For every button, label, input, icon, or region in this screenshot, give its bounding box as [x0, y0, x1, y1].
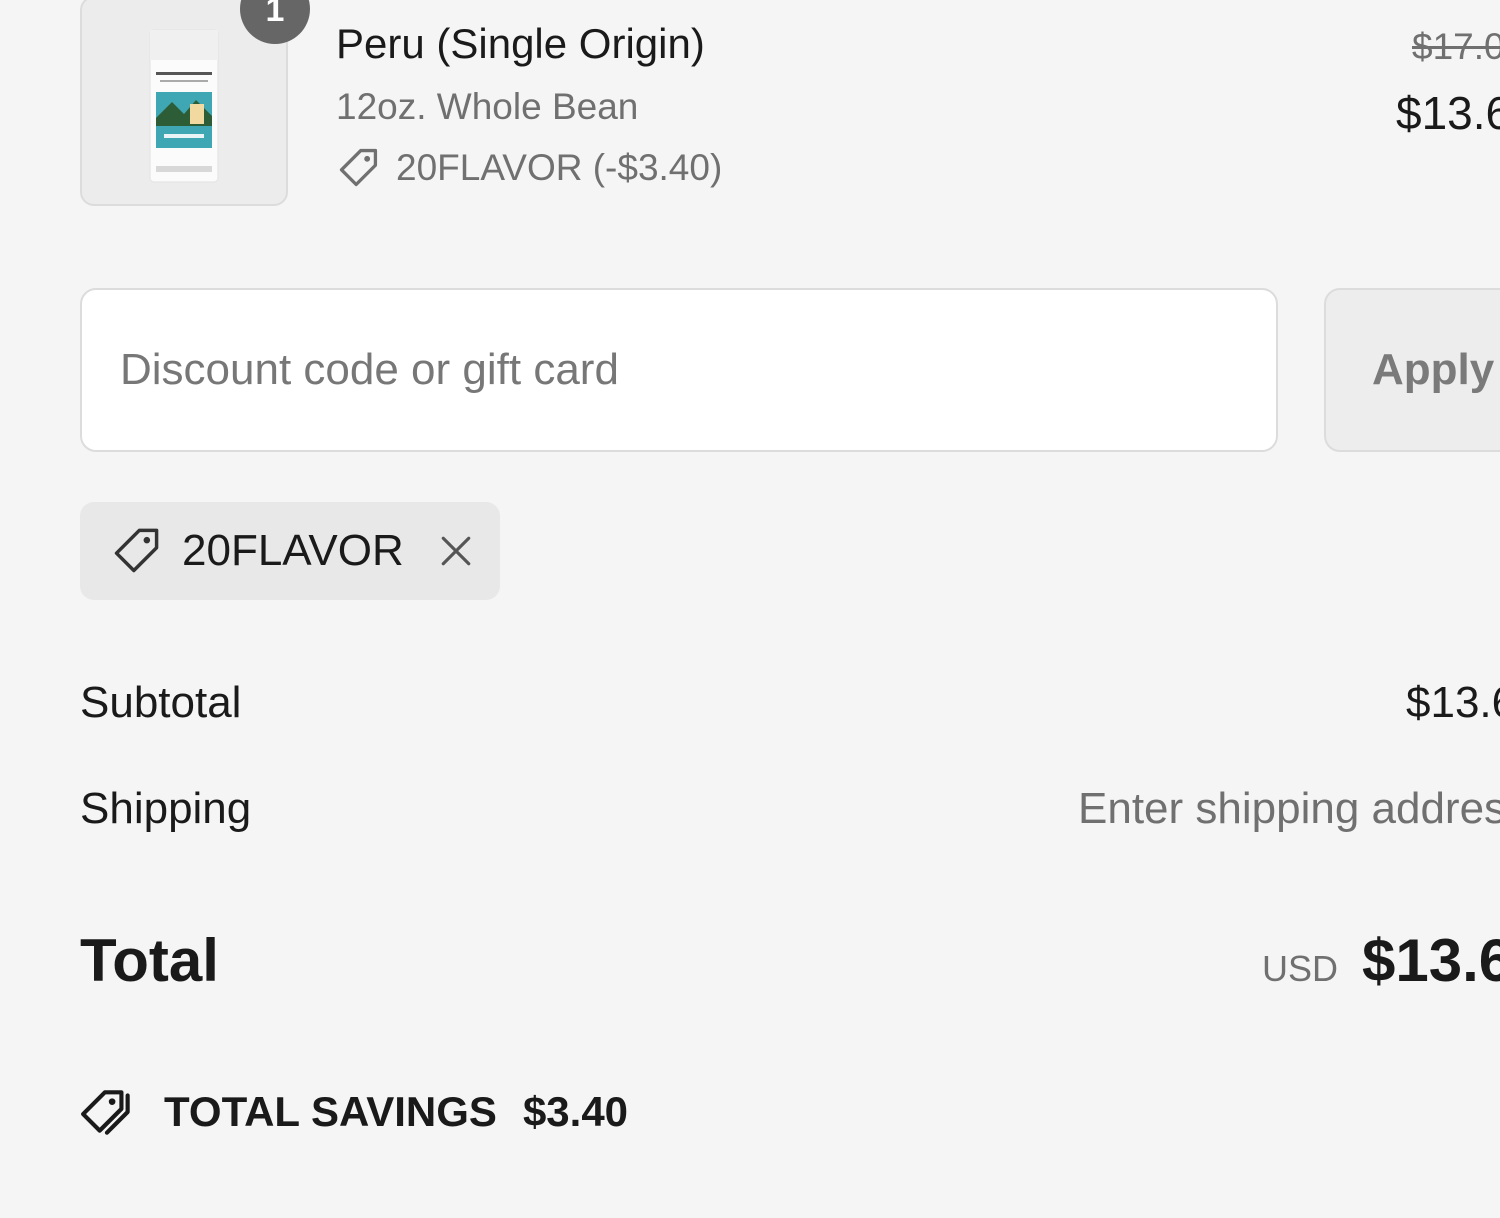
- current-price: $13.60: [1396, 87, 1500, 139]
- applied-code-label: 20FLAVOR: [182, 526, 404, 575]
- total-savings-label: TOTAL SAVINGS: [164, 1088, 497, 1135]
- remove-discount-button[interactable]: [438, 533, 474, 569]
- product-name: Peru (Single Origin): [336, 20, 705, 67]
- discount-code-input[interactable]: [80, 288, 1278, 452]
- tag-icon: [339, 148, 378, 187]
- product-discount-label: 20FLAVOR (-$3.40): [396, 147, 723, 188]
- total-label: Total: [80, 927, 219, 994]
- original-price: $17.00: [1412, 26, 1500, 67]
- subtotal-label: Subtotal: [80, 678, 242, 727]
- product-discount: 20FLAVOR (-$3.40): [336, 144, 722, 192]
- tag-icon: [114, 528, 159, 573]
- shipping-label: Shipping: [80, 784, 252, 833]
- coffee-bag-image: [149, 29, 219, 183]
- shipping-value: Enter shipping address: [1078, 784, 1500, 833]
- applied-discount-chip: 20FLAVOR: [80, 502, 500, 600]
- total-savings: TOTAL SAVINGS $3.40: [80, 1084, 628, 1140]
- currency-code: USD: [1262, 948, 1339, 989]
- close-icon: [441, 536, 471, 566]
- product-variant: 12oz. Whole Bean: [336, 86, 639, 127]
- total-value: $13.60: [1362, 927, 1500, 994]
- order-summary: 1 Peru (Single Origin) 12oz. Whole Bean …: [0, 0, 1500, 1218]
- total-savings-amount: $3.40: [522, 1088, 629, 1135]
- apply-button[interactable]: Apply: [1324, 288, 1500, 452]
- subtotal-value: $13.60: [1406, 678, 1500, 727]
- tags-icon: [81, 1090, 130, 1135]
